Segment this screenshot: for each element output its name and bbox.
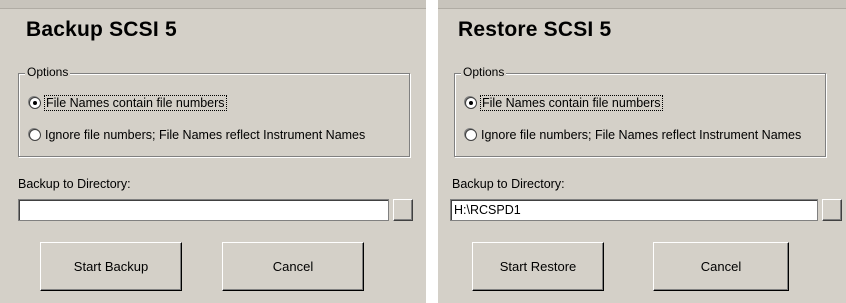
radio-unchecked-icon[interactable] xyxy=(465,129,477,141)
restore-option-ignore-numbers-label: Ignore file numbers; File Names reflect … xyxy=(481,128,802,142)
backup-option-ignore-numbers[interactable]: Ignore file numbers; File Names reflect … xyxy=(29,126,365,144)
backup-option-file-numbers-label: File Names contain file numbers xyxy=(44,95,227,111)
panel-divider xyxy=(427,0,438,303)
backup-title: Backup SCSI 5 xyxy=(26,18,177,41)
backup-directory-label: Backup to Directory: xyxy=(18,177,131,191)
backup-directory-input[interactable] xyxy=(18,199,389,221)
restore-cancel-button[interactable]: Cancel xyxy=(653,242,789,291)
start-backup-button[interactable]: Start Backup xyxy=(40,242,182,291)
start-restore-button[interactable]: Start Restore xyxy=(472,242,604,291)
radio-unchecked-icon[interactable] xyxy=(29,129,41,141)
restore-browse-button[interactable] xyxy=(822,199,842,221)
backup-options-label: Options xyxy=(25,65,71,79)
restore-options-label: Options xyxy=(461,65,507,79)
backup-dialog: Backup SCSI 5 Options File Names contain… xyxy=(0,0,426,303)
backup-option-file-numbers[interactable]: File Names contain file numbers xyxy=(29,94,227,112)
restore-options-group: Options File Names contain file numbers … xyxy=(454,65,826,157)
restore-dialog: Restore SCSI 5 Options File Names contai… xyxy=(438,0,846,303)
window-top-edge xyxy=(0,0,426,9)
restore-directory-label: Backup to Directory: xyxy=(452,177,565,191)
restore-option-file-numbers[interactable]: File Names contain file numbers xyxy=(465,94,663,112)
backup-browse-button[interactable] xyxy=(393,199,413,221)
restore-option-file-numbers-label: File Names contain file numbers xyxy=(480,95,663,111)
radio-checked-icon[interactable] xyxy=(29,97,41,109)
restore-option-ignore-numbers[interactable]: Ignore file numbers; File Names reflect … xyxy=(465,126,801,144)
window-top-edge xyxy=(438,0,846,9)
restore-title: Restore SCSI 5 xyxy=(458,18,612,41)
restore-directory-input[interactable]: H:\RCSPD1 xyxy=(450,199,818,221)
radio-checked-icon[interactable] xyxy=(465,97,477,109)
backup-options-group: Options File Names contain file numbers … xyxy=(18,65,410,157)
backup-option-ignore-numbers-label: Ignore file numbers; File Names reflect … xyxy=(45,128,366,142)
backup-cancel-button[interactable]: Cancel xyxy=(222,242,364,291)
